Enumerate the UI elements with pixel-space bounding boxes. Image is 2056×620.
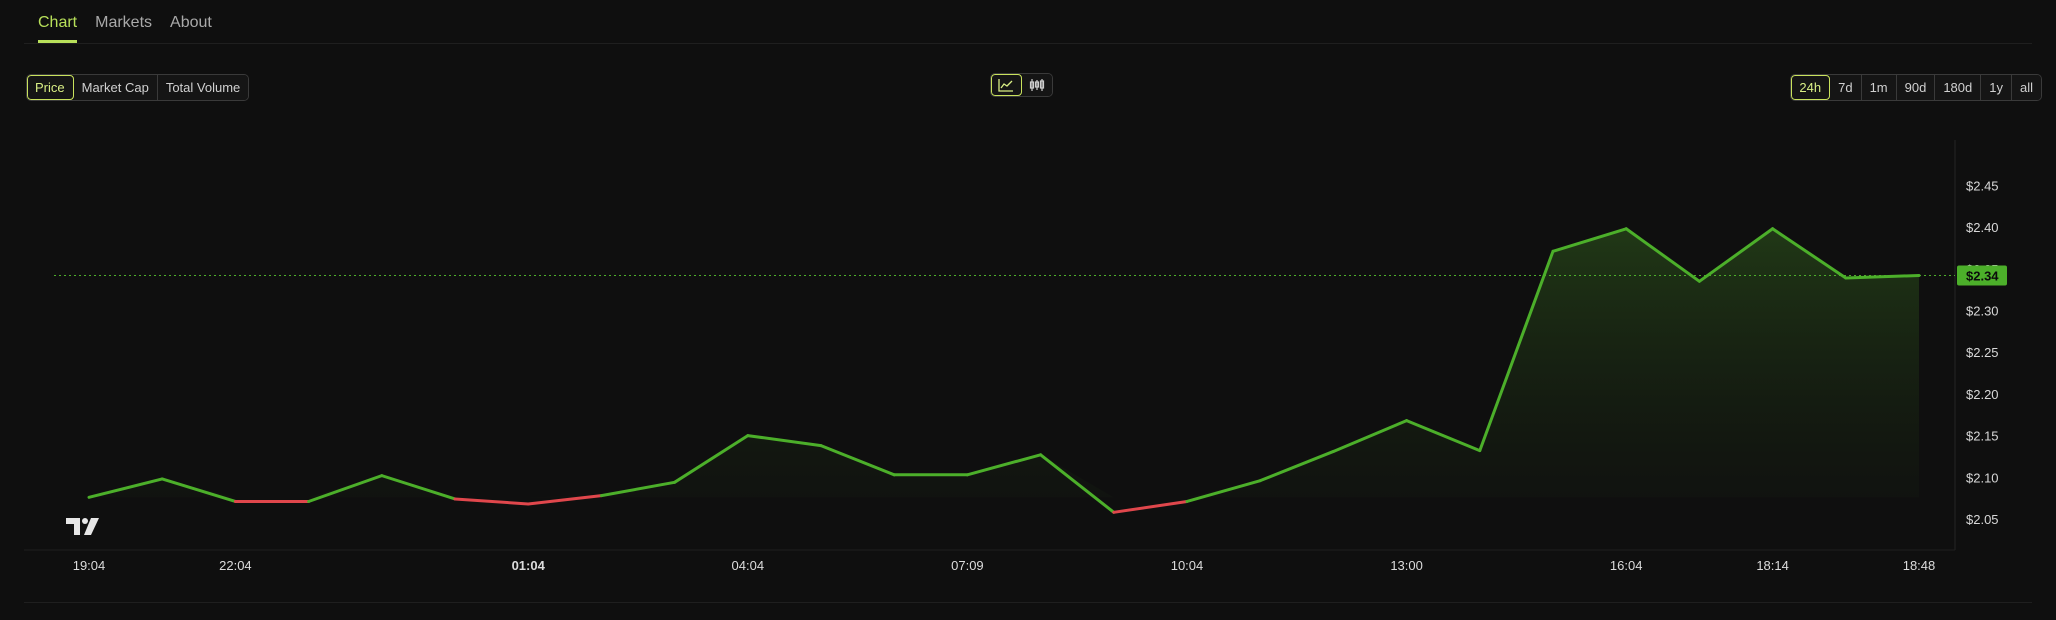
x-tick-label: 07:09	[951, 558, 984, 573]
price-area	[89, 228, 1919, 498]
price-axis: $2.05$2.10$2.15$2.20$2.25$2.30$2.35$2.40…	[1966, 178, 1999, 527]
x-tick-label: 04:04	[732, 558, 765, 573]
x-tick-label: 01:04	[512, 558, 546, 573]
y-tick-label: $2.05	[1966, 512, 1999, 527]
x-tick-label: 22:04	[219, 558, 252, 573]
y-tick-label: $2.20	[1966, 387, 1999, 402]
price-area-fill	[89, 228, 1919, 498]
x-tick-label: 10:04	[1171, 558, 1204, 573]
bottom-divider	[24, 602, 2032, 603]
last-price-label: $2.34	[1966, 268, 1999, 283]
tradingview-logo-icon	[66, 518, 99, 535]
time-axis: 19:04 22:04 01:04 04:04 07:09 10:04 13:00 16:04…	[73, 558, 1936, 573]
price-chart[interactable]: $2.05$2.10$2.15$2.20$2.25$2.30$2.35$2.40…	[0, 0, 2056, 620]
y-tick-label: $2.25	[1966, 345, 1999, 360]
y-tick-label: $2.45	[1966, 178, 1999, 193]
y-tick-label: $2.10	[1966, 470, 1999, 485]
x-tick-label: 18:48	[1903, 558, 1936, 573]
x-tick-label: 18:14	[1756, 558, 1789, 573]
y-tick-label: $2.15	[1966, 429, 1999, 444]
y-tick-label: $2.30	[1966, 304, 1999, 319]
price-line-segment	[1112, 499, 1189, 514]
y-tick-label: $2.40	[1966, 220, 1999, 235]
x-tick-label: 19:04	[73, 558, 106, 573]
x-tick-label: 16:04	[1610, 558, 1643, 573]
price-line-segment	[453, 497, 530, 506]
x-tick-label: 13:00	[1390, 558, 1423, 573]
